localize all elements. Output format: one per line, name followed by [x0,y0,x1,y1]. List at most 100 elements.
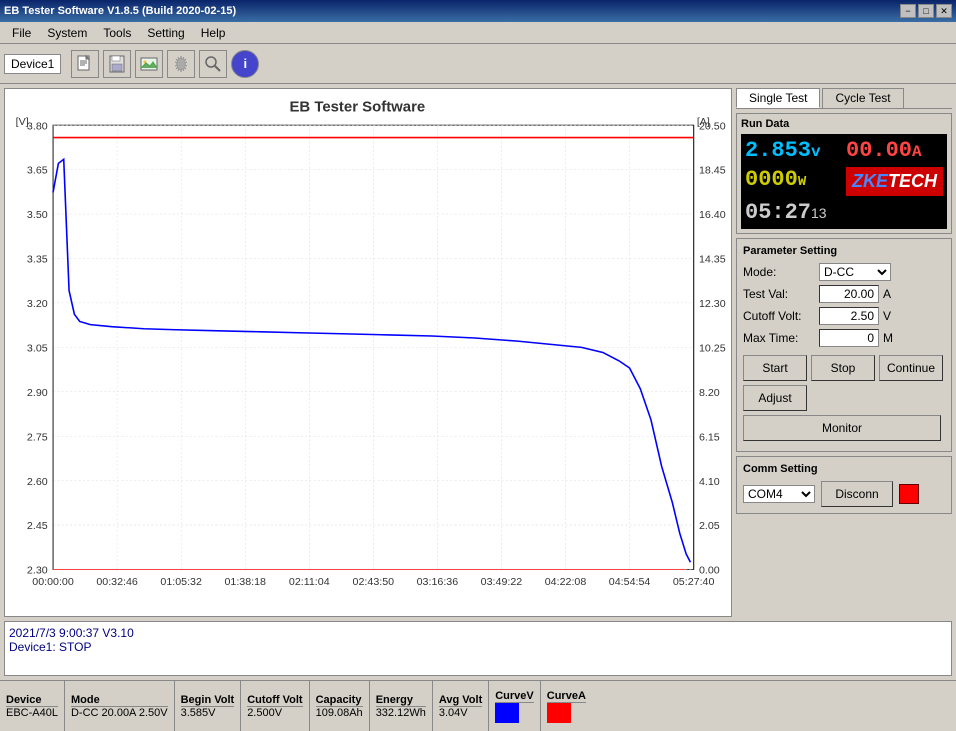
svg-text:2.60: 2.60 [27,476,48,488]
svg-text:01:38:18: 01:38:18 [224,576,266,588]
voltage-display: 2.853v [745,138,842,163]
save-button[interactable] [103,50,131,78]
status-bar: Device EBC-A40L Mode D-CC 20.00A 2.50V B… [0,680,956,730]
disconnect-button[interactable]: Disconn [821,481,893,507]
power-value: 0000 [745,167,798,192]
status-curve-a: CurveA [541,681,592,731]
info-button[interactable]: i [231,50,259,78]
svg-text:6.15: 6.15 [699,431,720,443]
menu-tools[interactable]: Tools [95,24,139,42]
maxtime-input[interactable] [819,329,879,347]
maximize-button[interactable]: □ [918,4,934,18]
svg-text:00:32:46: 00:32:46 [96,576,138,588]
status-capacity-header: Capacity [316,694,363,707]
svg-text:3.20: 3.20 [27,298,48,310]
window-title: EB Tester Software V1.8.5 (Build 2020-02… [4,5,236,17]
cutoff-label: Cutoff Volt: [743,309,815,323]
svg-text:02:11:04: 02:11:04 [289,576,330,588]
svg-text:03:49:22: 03:49:22 [481,576,523,588]
window-controls: − □ ✕ [900,4,952,18]
testval-input[interactable] [819,285,879,303]
testval-row: Test Val: A [743,285,945,303]
tab-single-test[interactable]: Single Test [736,88,820,108]
start-button[interactable]: Start [743,355,807,381]
voltage-value: 2.853 [745,138,811,163]
mode-select[interactable]: D-CC D-CV D-CR D-CW [819,263,891,281]
svg-text:20.50: 20.50 [699,120,726,132]
mode-row: Mode: D-CC D-CV D-CR D-CW [743,263,945,281]
log-area: 2021/7/3 9:00:37 V3.10 Device1: STOP [4,621,952,676]
status-device-value: EBC-A40L [6,707,58,719]
monitor-button[interactable]: Monitor [743,415,941,441]
tabs: Single Test Cycle Test [736,88,952,109]
menu-setting[interactable]: Setting [139,24,192,42]
run-data-box: Run Data 2.853v 00.00A 0000W ZKETECH 05:… [736,113,952,234]
zke-logo: ZKETECH [846,167,943,196]
menu-help[interactable]: Help [193,24,234,42]
svg-text:01:05:32: 01:05:32 [160,576,202,588]
time-value: 05:27 [745,200,811,225]
maxtime-row: Max Time: M [743,329,945,347]
power-display: 0000W [745,167,842,196]
voltage-unit: v [811,143,821,161]
menu-file[interactable]: File [4,24,39,42]
status-table: Device EBC-A40L Mode D-CC 20.00A 2.50V B… [0,681,956,731]
run-data-title: Run Data [741,118,947,130]
title-bar: EB Tester Software V1.8.5 (Build 2020-02… [0,0,956,22]
comm-setting-box: Comm Setting COM1 COM2 COM3 COM4 Disconn [736,456,952,514]
tech-text: TECH [888,171,937,192]
search-button[interactable] [199,50,227,78]
svg-text:2.30: 2.30 [27,565,48,577]
mode-label: Mode: [743,265,815,279]
menu-bar: File System Tools Setting Help [0,22,956,44]
status-avg-volt: Avg Volt 3.04V [433,681,489,731]
settings-button[interactable] [167,50,195,78]
status-energy-value: 332.12Wh [376,707,426,719]
svg-text:12.30: 12.30 [699,298,726,310]
status-begin-volt-header: Begin Volt [181,694,235,707]
status-energy: Energy 332.12Wh [370,681,433,731]
svg-text:05:27:40: 05:27:40 [673,576,715,588]
svg-text:3.80: 3.80 [27,120,48,132]
new-button[interactable] [71,50,99,78]
status-curve-a-header: CurveA [547,690,586,703]
status-avg-volt-value: 3.04V [439,707,482,719]
cutoff-input[interactable] [819,307,879,325]
status-mode-header: Mode [71,694,168,707]
status-energy-header: Energy [376,694,426,707]
menu-system[interactable]: System [39,24,95,42]
run-data-display: 2.853v 00.00A 0000W ZKETECH 05:2713 [741,134,947,229]
time-display: 05:2713 [745,200,943,225]
svg-text:04:54:54: 04:54:54 [609,576,651,588]
status-cutoff-volt: Cutoff Volt 2.500V [241,681,309,731]
close-button[interactable]: ✕ [936,4,952,18]
zke-text: ZKE [852,171,888,192]
maxtime-unit: M [883,331,893,345]
svg-text:3.65: 3.65 [27,165,48,177]
svg-text:00:00:00: 00:00:00 [32,576,74,588]
open-image-button[interactable] [135,50,163,78]
minimize-button[interactable]: − [900,4,916,18]
curve-v-color [495,703,519,723]
cutoff-row: Cutoff Volt: V [743,307,945,325]
svg-text:3.35: 3.35 [27,254,48,266]
device-label: Device1 [4,54,61,74]
right-panel: Single Test Cycle Test Run Data 2.853v 0… [736,84,956,621]
svg-text:10.25: 10.25 [699,343,726,355]
adjust-button[interactable]: Adjust [743,385,807,411]
current-value: 00.00 [846,138,912,163]
cutoff-unit: V [883,309,891,323]
port-select[interactable]: COM1 COM2 COM3 COM4 [743,485,815,503]
svg-text:02:43:50: 02:43:50 [353,576,395,588]
chart-svg: EB Tester Software [V] [A] ZKETECH [5,89,731,616]
status-capacity-value: 109.08Ah [316,707,363,719]
tab-cycle-test[interactable]: Cycle Test [822,88,903,108]
testval-label: Test Val: [743,287,815,301]
continue-button[interactable]: Continue [879,355,943,381]
svg-text:14.35: 14.35 [699,254,726,266]
status-curve-v-header: CurveV [495,690,534,703]
status-begin-volt-value: 3.585V [181,707,235,719]
svg-text:8.20: 8.20 [699,387,720,399]
status-device: Device EBC-A40L [0,681,65,731]
stop-button[interactable]: Stop [811,355,875,381]
